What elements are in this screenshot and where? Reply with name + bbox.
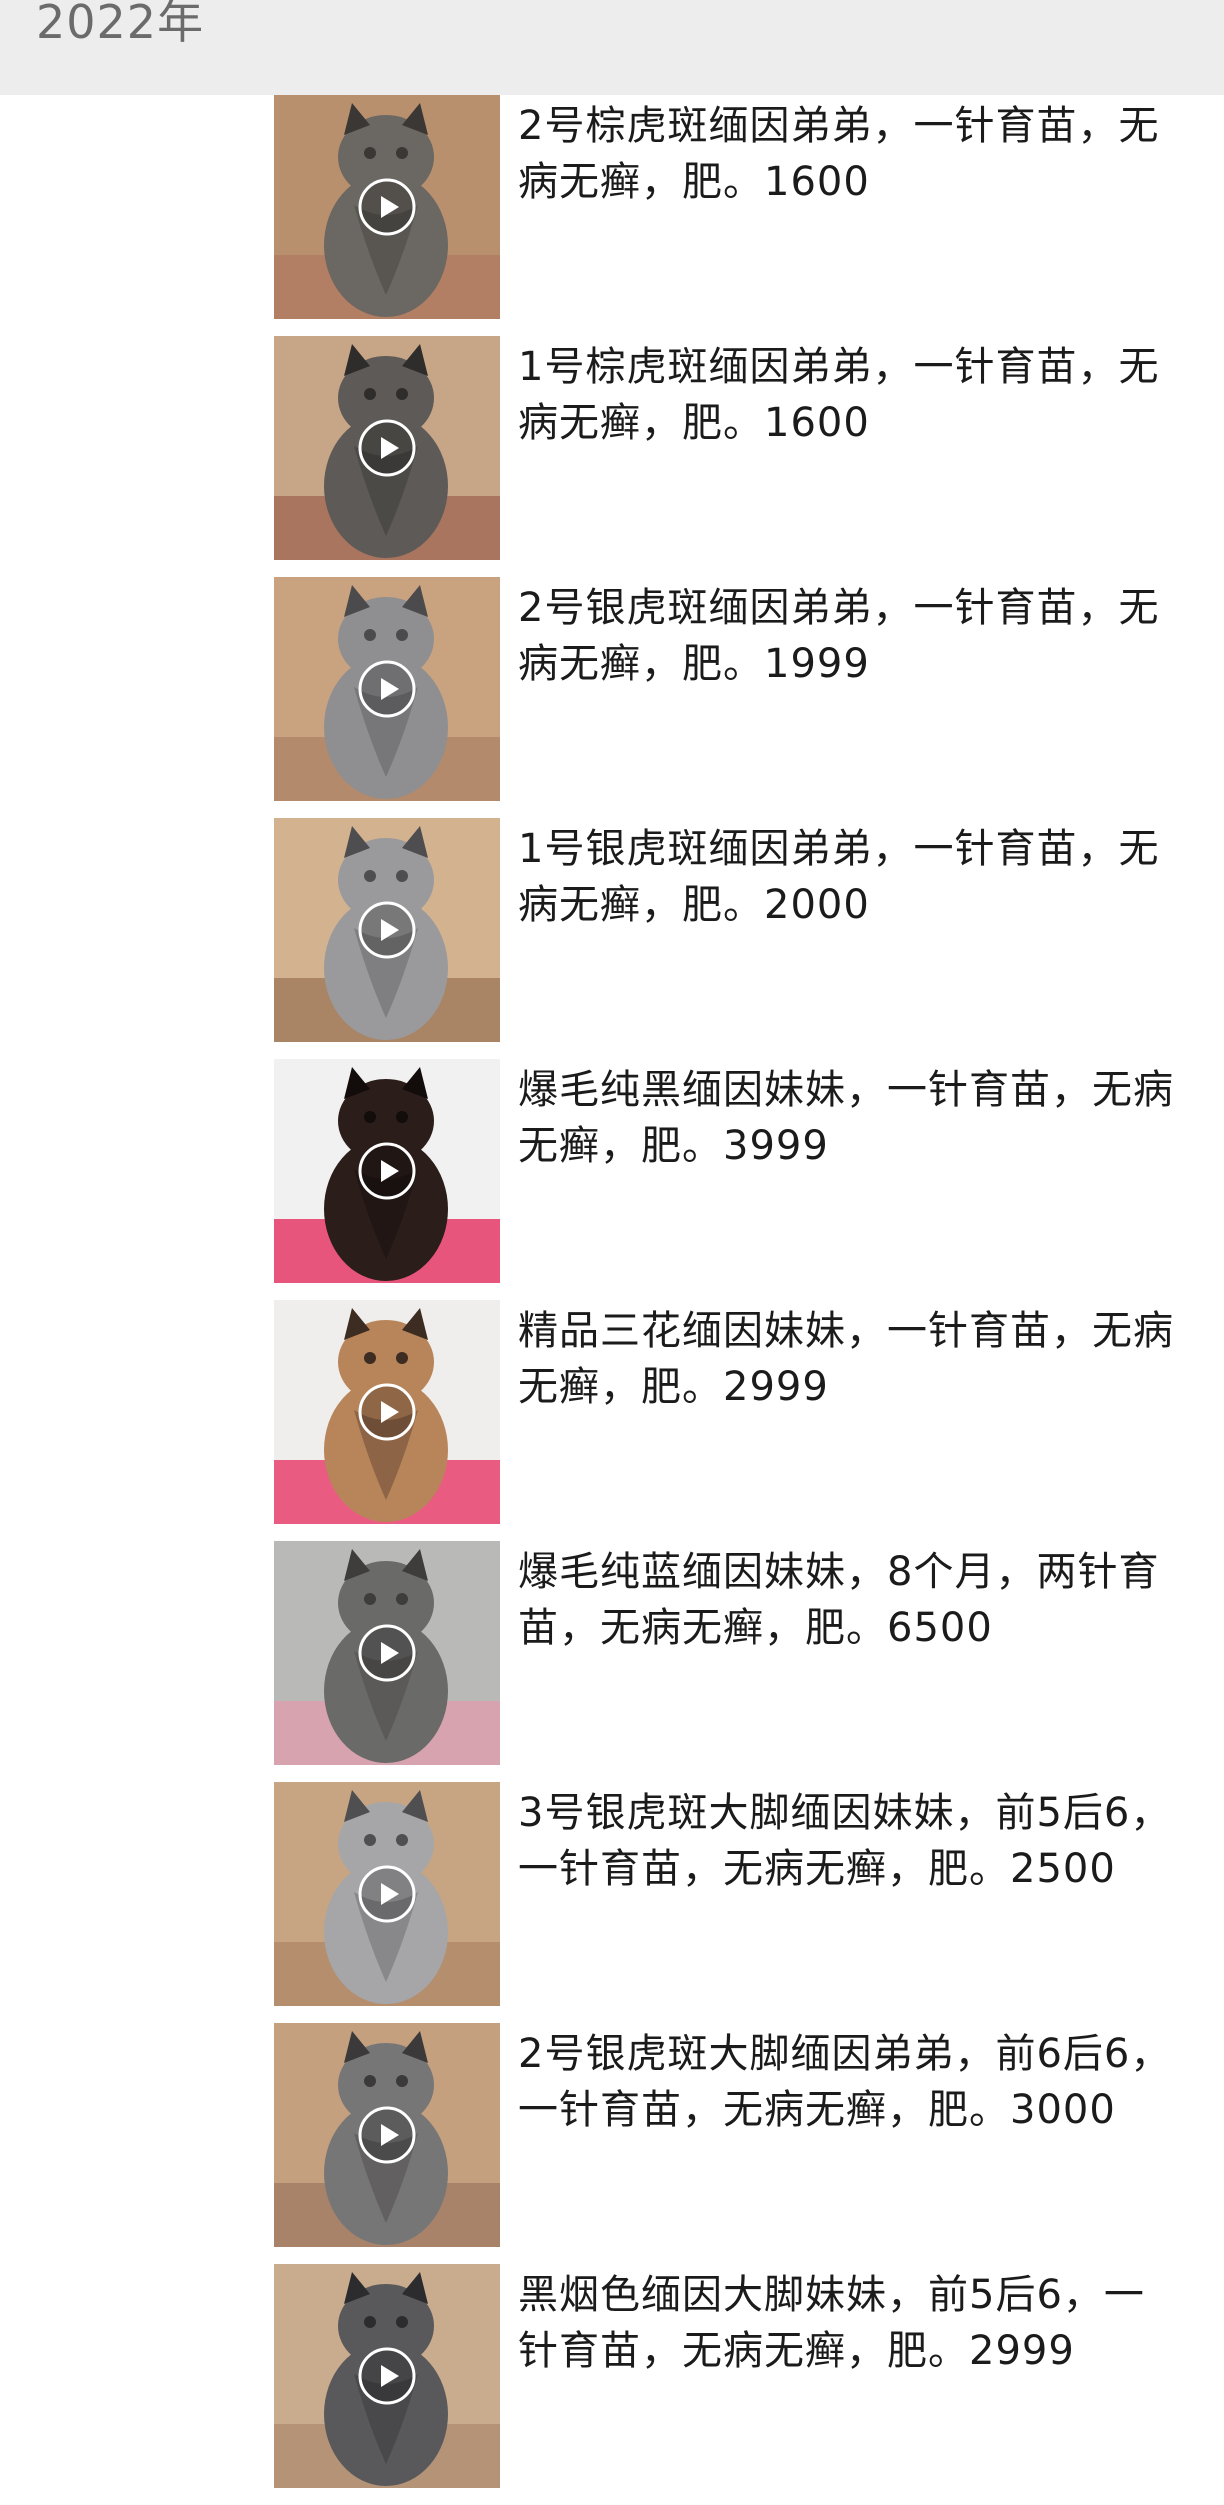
video-thumbnail[interactable] <box>274 1541 500 1765</box>
play-icon[interactable] <box>357 2105 417 2165</box>
post-item[interactable]: 黑烟色缅因大脚妹妹，前5后6，一针育苗，无病无癣，肥。2999 <box>0 2264 1224 2505</box>
post-caption: 1号银虎斑缅因弟弟，一针育苗，无病无癣，肥。2000 <box>518 826 1160 928</box>
post-caption: 爆毛纯蓝缅因妹妹，8个月，两针育苗，无病无癣，肥。6500 <box>518 1549 1160 1651</box>
post-item[interactable]: 2号银虎斑缅因弟弟，一针育苗，无病无癣，肥。1999 <box>0 577 1224 818</box>
post-caption: 3号银虎斑大脚缅因妹妹，前5后6，一针育苗，无病无癣，肥。2500 <box>518 1790 1172 1892</box>
video-thumbnail[interactable] <box>274 818 500 1042</box>
video-thumbnail[interactable] <box>274 1059 500 1283</box>
post-item[interactable]: 精品三花缅因妹妹，一针育苗，无病无癣，肥。2999 <box>0 1300 1224 1541</box>
play-icon[interactable] <box>357 659 417 719</box>
video-thumbnail[interactable] <box>274 2264 500 2488</box>
post-item[interactable]: 爆毛纯蓝缅因妹妹，8个月，两针育苗，无病无癣，肥。6500 <box>0 1541 1224 1782</box>
post-item[interactable]: 3号银虎斑大脚缅因妹妹，前5后6，一针育苗，无病无癣，肥。2500 <box>0 1782 1224 2023</box>
video-thumbnail[interactable] <box>274 1782 500 2006</box>
play-icon[interactable] <box>357 1623 417 1683</box>
post-caption: 2号棕虎斑缅因弟弟，一针育苗，无病无癣，肥。1600 <box>518 103 1160 205</box>
post-item[interactable]: 1号棕虎斑缅因弟弟，一针育苗，无病无癣，肥。1600 <box>0 336 1224 577</box>
post-caption: 黑烟色缅因大脚妹妹，前5后6，一针育苗，无病无癣，肥。2999 <box>518 2272 1145 2374</box>
post-caption: 爆毛纯黑缅因妹妹，一针育苗，无病无癣，肥。3999 <box>518 1067 1174 1169</box>
post-caption: 2号银虎斑大脚缅因弟弟，前6后6，一针育苗，无病无癣，肥。3000 <box>518 2031 1172 2133</box>
play-icon[interactable] <box>357 177 417 237</box>
video-thumbnail[interactable] <box>274 1300 500 1524</box>
year-label: 2022年 <box>36 0 205 49</box>
video-thumbnail[interactable] <box>274 95 500 319</box>
play-icon[interactable] <box>357 1141 417 1201</box>
post-item[interactable]: 爆毛纯黑缅因妹妹，一针育苗，无病无癣，肥。3999 <box>0 1059 1224 1300</box>
post-caption: 2号银虎斑缅因弟弟，一针育苗，无病无癣，肥。1999 <box>518 585 1160 687</box>
post-item[interactable]: 2号银虎斑大脚缅因弟弟，前6后6，一针育苗，无病无癣，肥。3000 <box>0 2023 1224 2264</box>
play-icon[interactable] <box>357 1382 417 1442</box>
post-caption: 1号棕虎斑缅因弟弟，一针育苗，无病无癣，肥。1600 <box>518 344 1160 446</box>
post-item[interactable]: 2号棕虎斑缅因弟弟，一针育苗，无病无癣，肥。1600 <box>0 95 1224 336</box>
video-thumbnail[interactable] <box>274 577 500 801</box>
play-icon[interactable] <box>357 900 417 960</box>
post-item[interactable]: 1号银虎斑缅因弟弟，一针育苗，无病无癣，肥。2000 <box>0 818 1224 1059</box>
post-caption: 精品三花缅因妹妹，一针育苗，无病无癣，肥。2999 <box>518 1308 1174 1410</box>
year-header: 2022年 <box>0 0 1224 95</box>
video-thumbnail[interactable] <box>274 2023 500 2247</box>
play-icon[interactable] <box>357 1864 417 1924</box>
play-icon[interactable] <box>357 418 417 478</box>
play-icon[interactable] <box>357 2346 417 2406</box>
video-thumbnail[interactable] <box>274 336 500 560</box>
